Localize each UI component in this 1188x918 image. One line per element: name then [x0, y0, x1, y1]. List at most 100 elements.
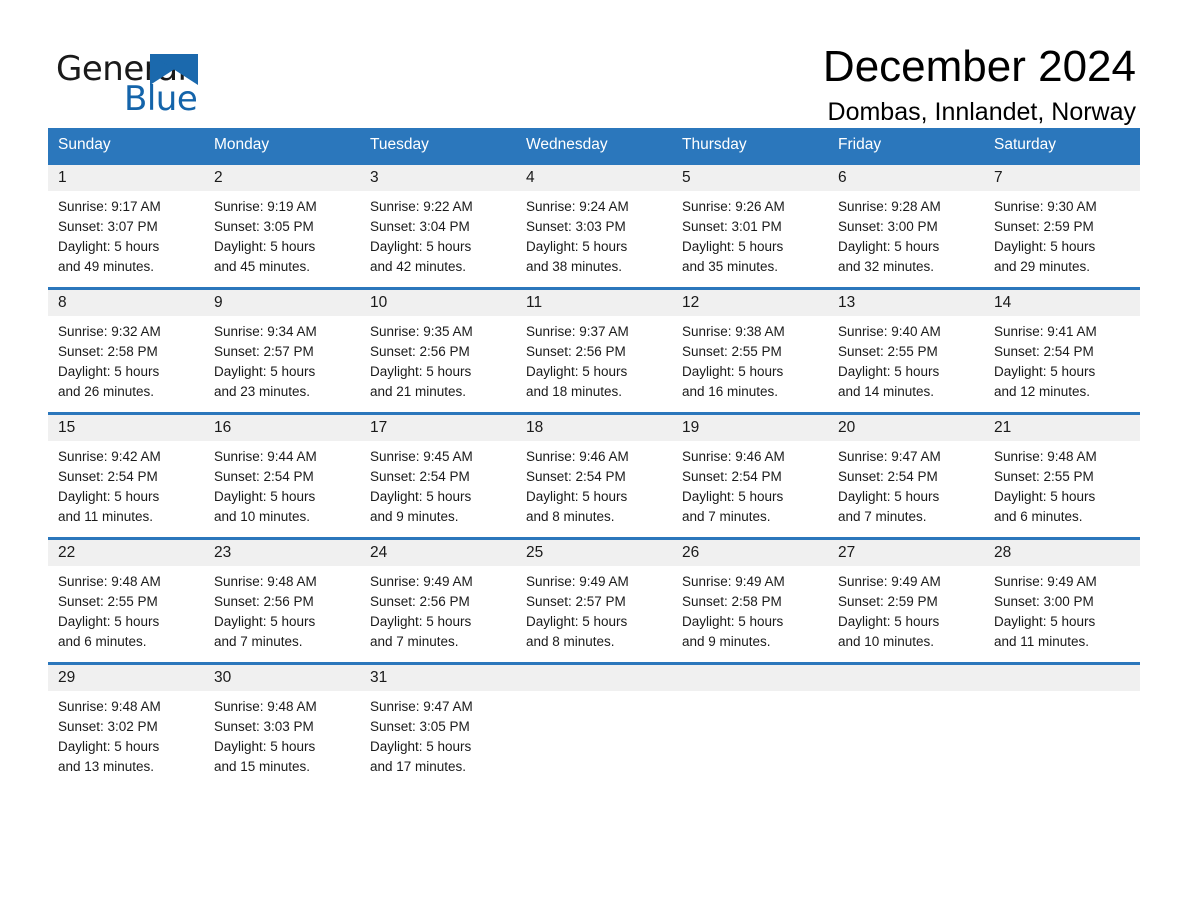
- sunset-line: Sunset: 3:05 PM: [214, 219, 314, 234]
- page-title: December 2024: [822, 42, 1136, 91]
- day-number: 26: [682, 544, 700, 561]
- daylight-line: Daylight: 5 hours: [994, 489, 1096, 504]
- day-cell: Sunrise: 9:48 AM Sunset: 2:55 PM Dayligh…: [48, 566, 204, 662]
- day-cell: Sunrise: 9:49 AM Sunset: 2:56 PM Dayligh…: [360, 566, 516, 662]
- day-cell: Sunrise: 9:28 AM Sunset: 3:00 PM Dayligh…: [828, 191, 984, 287]
- day-number: 18: [526, 419, 544, 436]
- day-cell: Sunrise: 9:17 AM Sunset: 3:07 PM Dayligh…: [48, 191, 204, 287]
- sunrise-line: Sunrise: 9:45 AM: [370, 449, 473, 464]
- sunset-line: Sunset: 3:03 PM: [526, 219, 626, 234]
- day-cell: Sunrise: 9:49 AM Sunset: 2:59 PM Dayligh…: [828, 566, 984, 662]
- week-row: 1 2 3 4 5 6 7 Sunrise: 9:17 AM Sunset: 3…: [48, 162, 1140, 287]
- day-number-empty: [984, 665, 1140, 691]
- day-number: 9: [214, 294, 223, 311]
- sunset-line: Sunset: 3:03 PM: [214, 719, 314, 734]
- daylight-line: Daylight: 5 hours: [838, 364, 940, 379]
- daylight-line: Daylight: 5 hours: [994, 614, 1096, 629]
- day-number: 11: [526, 294, 543, 311]
- daylight-line: Daylight: 5 hours: [838, 614, 940, 629]
- sunset-line: Sunset: 2:54 PM: [214, 469, 314, 484]
- day-number: 10: [370, 294, 388, 311]
- day-cell: Sunrise: 9:26 AM Sunset: 3:01 PM Dayligh…: [672, 191, 828, 287]
- daylight-line: Daylight: 5 hours: [994, 364, 1096, 379]
- day-number: 13: [838, 294, 856, 311]
- daylight-line: Daylight: 5 hours: [838, 489, 940, 504]
- daylight-line: Daylight: 5 hours: [682, 489, 784, 504]
- daylight-line-2: and 42 minutes.: [370, 259, 467, 274]
- daylight-line-2: and 11 minutes.: [994, 634, 1090, 649]
- sunrise-line: Sunrise: 9:46 AM: [526, 449, 629, 464]
- day-cell: Sunrise: 9:24 AM Sunset: 3:03 PM Dayligh…: [516, 191, 672, 287]
- sunrise-line: Sunrise: 9:34 AM: [214, 324, 317, 339]
- sunset-line: Sunset: 2:56 PM: [526, 344, 626, 359]
- sunrise-line: Sunrise: 9:46 AM: [682, 449, 785, 464]
- day-cell: Sunrise: 9:48 AM Sunset: 3:02 PM Dayligh…: [48, 691, 204, 787]
- day-cell-empty: [516, 691, 672, 787]
- sunrise-line: Sunrise: 9:30 AM: [994, 199, 1097, 214]
- day-number: 8: [58, 294, 67, 311]
- day-number: 22: [58, 544, 76, 561]
- week-daynumbers: 1 2 3 4 5 6 7: [48, 165, 1140, 191]
- day-cell: Sunrise: 9:49 AM Sunset: 3:00 PM Dayligh…: [984, 566, 1140, 662]
- day-number: 31: [370, 669, 388, 686]
- daylight-line: Daylight: 5 hours: [370, 239, 472, 254]
- sunrise-line: Sunrise: 9:26 AM: [682, 199, 785, 214]
- day-number: 12: [682, 294, 700, 311]
- sunrise-line: Sunrise: 9:38 AM: [682, 324, 785, 339]
- day-number: 3: [370, 169, 379, 186]
- daylight-line-2: and 8 minutes.: [526, 634, 615, 649]
- day-number: 1: [58, 169, 67, 186]
- sunset-line: Sunset: 2:54 PM: [58, 469, 158, 484]
- sunrise-line: Sunrise: 9:48 AM: [994, 449, 1097, 464]
- day-number: 4: [526, 169, 535, 186]
- page-subtitle: Dombas, Innlandet, Norway: [827, 98, 1136, 127]
- day-number: 16: [214, 419, 232, 436]
- weekday-saturday: Saturday: [994, 136, 1057, 153]
- day-cell: Sunrise: 9:41 AM Sunset: 2:54 PM Dayligh…: [984, 316, 1140, 412]
- daylight-line-2: and 21 minutes.: [370, 384, 467, 399]
- daylight-line-2: and 7 minutes.: [370, 634, 459, 649]
- week-details: Sunrise: 9:42 AM Sunset: 2:54 PM Dayligh…: [48, 441, 1140, 537]
- daylight-line: Daylight: 5 hours: [526, 364, 628, 379]
- title-block: December 2024 Dombas, Innlandet, Norway: [248, 42, 1140, 127]
- sunrise-line: Sunrise: 9:49 AM: [370, 574, 473, 589]
- day-cell-empty: [672, 691, 828, 787]
- day-cell: Sunrise: 9:47 AM Sunset: 2:54 PM Dayligh…: [828, 441, 984, 537]
- sunset-line: Sunset: 2:57 PM: [214, 344, 314, 359]
- week-details: Sunrise: 9:32 AM Sunset: 2:58 PM Dayligh…: [48, 316, 1140, 412]
- sunset-line: Sunset: 2:56 PM: [214, 594, 314, 609]
- sunset-line: Sunset: 3:02 PM: [58, 719, 158, 734]
- day-cell: Sunrise: 9:30 AM Sunset: 2:59 PM Dayligh…: [984, 191, 1140, 287]
- day-number: 19: [682, 419, 700, 436]
- calendar-page: General Blue December 2024 Dombas, Innla…: [0, 0, 1188, 918]
- day-cell: Sunrise: 9:37 AM Sunset: 2:56 PM Dayligh…: [516, 316, 672, 412]
- daylight-line-2: and 6 minutes.: [994, 509, 1083, 524]
- sunset-line: Sunset: 2:54 PM: [838, 469, 938, 484]
- sunset-line: Sunset: 2:54 PM: [370, 469, 470, 484]
- daylight-line: Daylight: 5 hours: [214, 239, 316, 254]
- day-number: 29: [58, 669, 76, 686]
- sunset-line: Sunset: 2:58 PM: [58, 344, 158, 359]
- daylight-line: Daylight: 5 hours: [370, 364, 472, 379]
- daylight-line-2: and 38 minutes.: [526, 259, 623, 274]
- sunset-line: Sunset: 3:05 PM: [370, 719, 470, 734]
- sunset-line: Sunset: 3:00 PM: [994, 594, 1094, 609]
- day-cell: Sunrise: 9:45 AM Sunset: 2:54 PM Dayligh…: [360, 441, 516, 537]
- calendar-grid: Sunday Monday Tuesday Wednesday Thursday…: [48, 128, 1140, 787]
- daylight-line: Daylight: 5 hours: [682, 614, 784, 629]
- sunrise-line: Sunrise: 9:49 AM: [994, 574, 1097, 589]
- day-cell: Sunrise: 9:35 AM Sunset: 2:56 PM Dayligh…: [360, 316, 516, 412]
- daylight-line: Daylight: 5 hours: [370, 614, 472, 629]
- daylight-line-2: and 16 minutes.: [682, 384, 779, 399]
- daylight-line: Daylight: 5 hours: [58, 489, 160, 504]
- day-cell: Sunrise: 9:46 AM Sunset: 2:54 PM Dayligh…: [672, 441, 828, 537]
- sunrise-line: Sunrise: 9:35 AM: [370, 324, 473, 339]
- day-number-empty: [828, 665, 984, 691]
- day-cell: Sunrise: 9:42 AM Sunset: 2:54 PM Dayligh…: [48, 441, 204, 537]
- sunset-line: Sunset: 2:56 PM: [370, 594, 470, 609]
- weekday-wednesday: Wednesday: [526, 136, 608, 153]
- daylight-line: Daylight: 5 hours: [370, 489, 472, 504]
- sunrise-line: Sunrise: 9:28 AM: [838, 199, 941, 214]
- daylight-line-2: and 17 minutes.: [370, 759, 467, 774]
- daylight-line-2: and 49 minutes.: [58, 259, 155, 274]
